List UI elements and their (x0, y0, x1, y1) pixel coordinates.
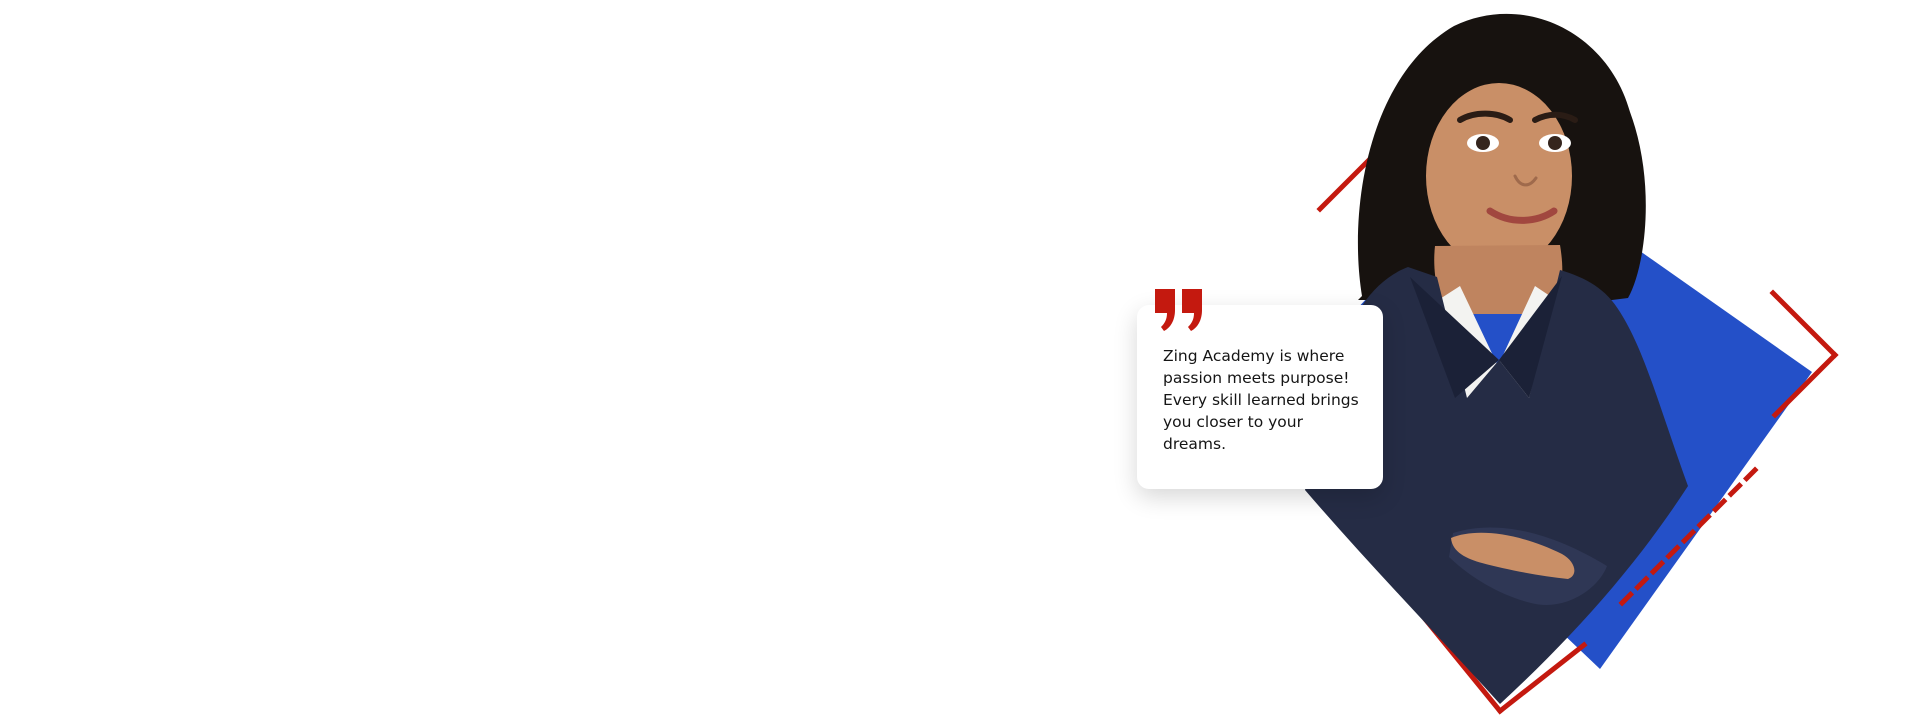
testimonial-card: Zing Academy is where passion meets purp… (1137, 289, 1383, 489)
quote-mark-icon (1155, 289, 1202, 331)
right-iris (1548, 136, 1562, 150)
face (1426, 83, 1572, 269)
empty-copy-area (0, 0, 1090, 720)
testimonial-text: Zing Academy is where passion meets purp… (1163, 347, 1359, 453)
frame-line-right-upper (1769, 289, 1839, 359)
hero-banner: Zing Academy is where passion meets purp… (0, 0, 1920, 720)
left-iris (1476, 136, 1490, 150)
